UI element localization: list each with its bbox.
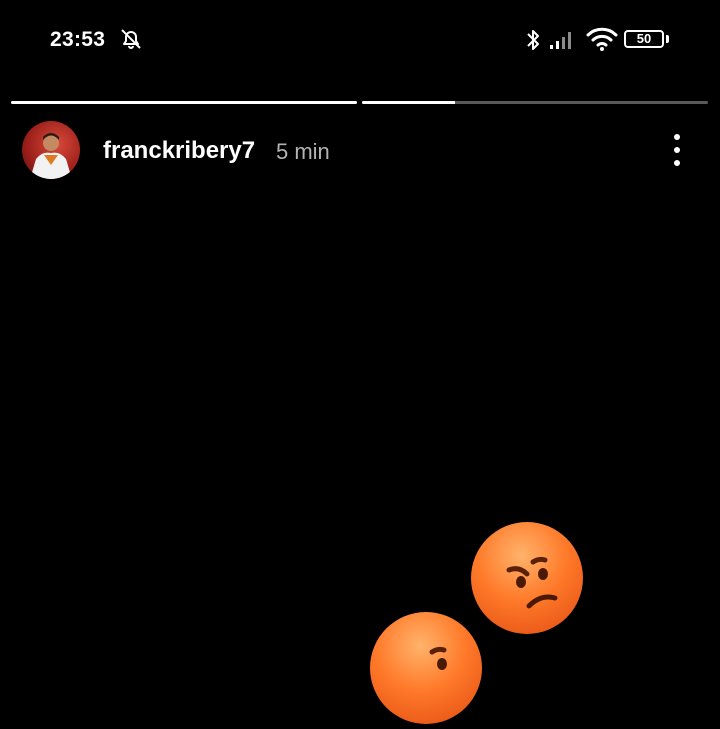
status-time: 23:53 xyxy=(50,28,106,51)
pouting-face-emoji xyxy=(471,522,583,634)
wifi-icon xyxy=(586,27,618,51)
story-progress-fill xyxy=(11,101,357,104)
emoji-face xyxy=(506,556,558,609)
battery-level: 50 xyxy=(636,31,652,46)
bell-muted-icon xyxy=(121,29,141,49)
more-vertical-icon[interactable] xyxy=(663,130,691,170)
battery-cap xyxy=(666,35,669,43)
avatar-photo xyxy=(30,133,72,179)
story-timestamp: 5 min xyxy=(276,139,330,164)
bluetooth-icon xyxy=(527,30,539,50)
menu-dot xyxy=(674,160,680,166)
battery-icon: 50 xyxy=(624,30,664,48)
emoji-face xyxy=(429,646,447,670)
signal-icon xyxy=(550,32,571,49)
story-progress-segment xyxy=(11,101,357,104)
story-username[interactable]: franckribery7 xyxy=(103,137,255,165)
pouting-face-emoji xyxy=(370,612,482,724)
story-progress-segment xyxy=(362,101,708,104)
menu-dot xyxy=(674,134,680,140)
status-bar: 23:53 50 xyxy=(0,0,720,80)
menu-dot xyxy=(674,147,680,153)
story-progress-fill xyxy=(362,101,456,104)
avatar[interactable] xyxy=(22,121,80,179)
